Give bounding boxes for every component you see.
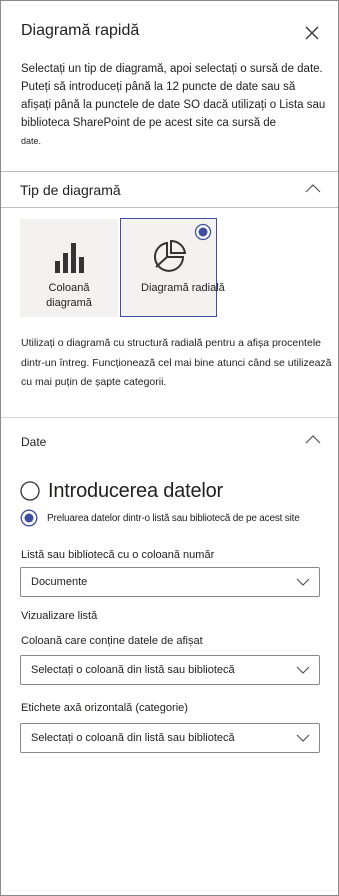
list-view-link[interactable]: Vizualizare listă [21,610,97,622]
axis-label: Etichete axă orizontală (categorie) [21,702,188,714]
manual-entry-label: Introducerea datelor [48,479,224,502]
manual-entry-option[interactable]: Introducerea datelor [20,479,223,503]
intro-small: date. [21,136,42,146]
pie-chart-icon [153,239,186,272]
column-chart-label-line2: diagramă [46,297,92,309]
data-column-dropdown[interactable]: Selectați o coloană din listă sau biblio… [20,655,320,685]
intro-main: Selectați un tip de diagramă, apoi selec… [21,63,326,129]
data-column-dropdown-value: Selectați o coloană din listă sau biblio… [31,664,235,676]
chevron-down-icon [296,734,310,742]
list-dropdown-value: Documente [31,576,88,588]
chevron-up-icon[interactable] [304,431,322,449]
chevron-down-icon [296,666,310,674]
chart-type-section-title: Tip de diagramă [20,182,121,198]
close-icon[interactable] [301,22,323,44]
list-label: Listă sau bibliotecă cu o coloană număr [21,549,215,561]
chart-type-description: Utilizați o diagramă cu structură radial… [21,337,332,388]
data-section-title: Date [21,435,47,449]
pie-chart-option[interactable]: Diagramă radială [120,218,225,317]
column-chart-label-line1: Coloană [48,282,90,294]
panel-title: Diagramă rapidă [21,22,140,39]
column-chart-label: Coloană diagramă [20,281,118,311]
intro-text: Selectați un tip de diagramă, apoi selec… [21,60,327,150]
selected-radio-icon [194,223,212,241]
bar-chart-icon [55,243,84,273]
section-divider [1,417,338,418]
chevron-down-icon [296,578,310,586]
quick-chart-panel: Diagramă rapidă Selectați un tip de diag… [0,0,339,896]
list-source-option[interactable]: Preluarea datelor dintr-o listă sau bibl… [20,509,300,527]
radio-unselected-icon [20,481,40,501]
chevron-up-icon [305,184,321,193]
radio-selected-icon [20,509,38,527]
list-source-label: Preluarea datelor dintr-o listă sau bibl… [47,512,300,524]
axis-dropdown[interactable]: Selectați o coloană din listă sau biblio… [20,723,320,753]
axis-dropdown-value: Selectați o coloană din listă sau biblio… [31,732,235,744]
pie-chart-label: Diagramă radială [141,282,225,294]
chart-type-section-header[interactable]: Tip de diagramă [1,171,338,208]
list-dropdown[interactable]: Documente [20,567,320,597]
column-chart-option[interactable]: Coloană diagramă [20,219,118,317]
data-column-label: Coloană care conține datele de afișat [21,635,203,647]
